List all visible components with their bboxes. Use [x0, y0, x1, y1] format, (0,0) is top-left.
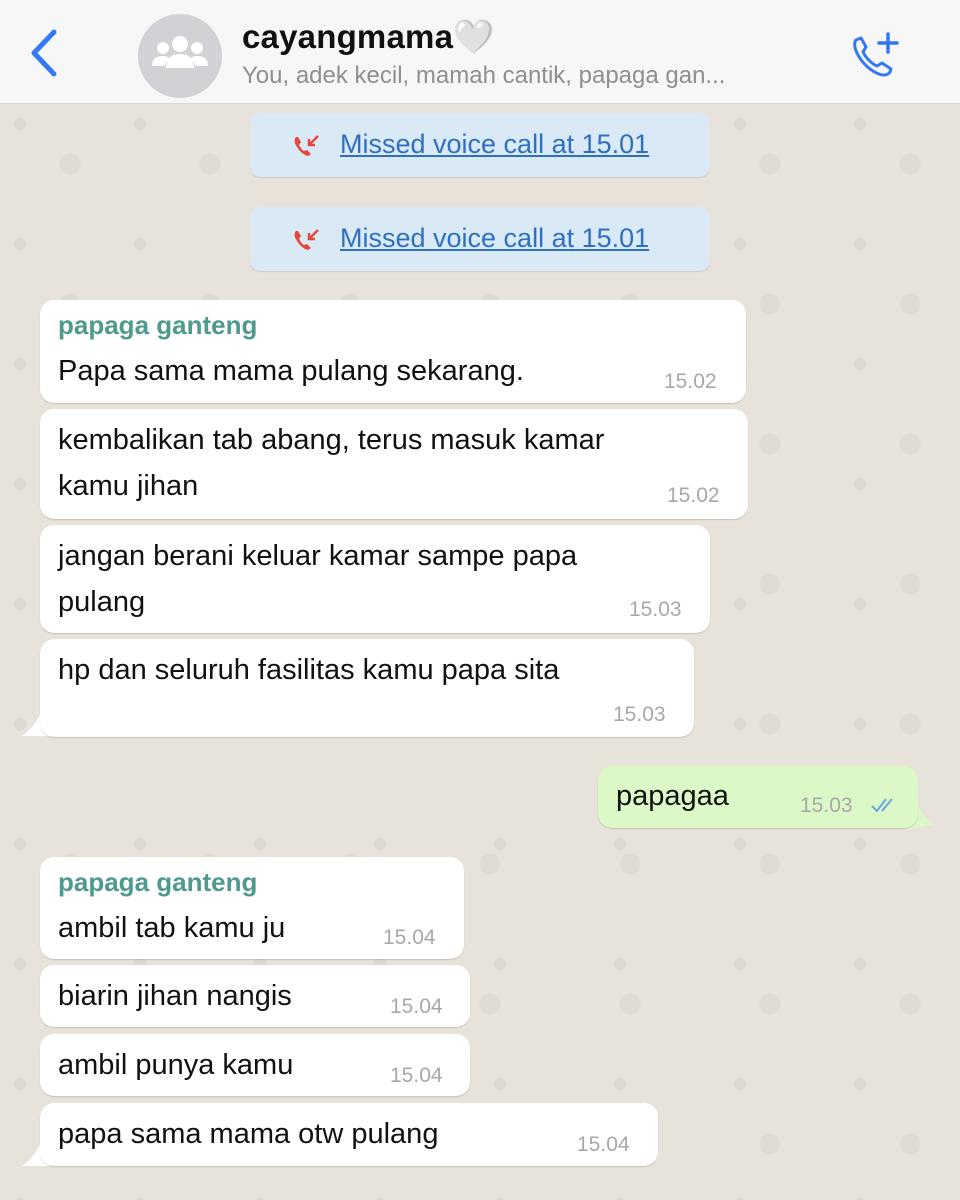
- group-icon: [152, 36, 208, 68]
- missed-call-link[interactable]: Missed voice call at 15.01: [340, 223, 649, 254]
- message-time: 15.04: [390, 995, 443, 1018]
- message-text: papagaa: [616, 780, 729, 812]
- message-text: kembalikan tab abang, terus masuk kamar: [58, 424, 605, 456]
- message-text: biarin jihan nangis: [58, 980, 292, 1012]
- double-check-icon: [871, 798, 893, 813]
- chat-title-text: cayangmama: [242, 18, 454, 55]
- message-bubble[interactable]: papaga ganteng Papa sama mama pulang sek…: [40, 300, 746, 403]
- message-time: 15.03: [800, 794, 853, 817]
- message-time: 15.04: [577, 1133, 630, 1156]
- group-avatar[interactable]: [138, 14, 222, 98]
- outgoing-message-bubble[interactable]: papagaa 15.03: [598, 766, 918, 828]
- sender-name[interactable]: papaga ganteng: [58, 867, 257, 898]
- message-text: ambil tab kamu ju: [58, 912, 286, 944]
- message-bubble[interactable]: ambil punya kamu 15.04: [40, 1034, 470, 1096]
- message-bubble[interactable]: biarin jihan nangis 15.04: [40, 965, 470, 1027]
- add-call-button[interactable]: [846, 28, 908, 82]
- missed-call-notice[interactable]: Missed voice call at 15.01: [250, 207, 710, 271]
- message-time: 15.03: [629, 598, 682, 621]
- message-time: 15.02: [667, 484, 720, 507]
- add-call-icon: [853, 32, 899, 77]
- message-bubble[interactable]: papaga ganteng ambil tab kamu ju 15.04: [40, 857, 464, 959]
- message-bubble[interactable]: jangan berani keluar kamar sampe papa pu…: [40, 525, 710, 633]
- message-text: papa sama mama otw pulang: [58, 1118, 439, 1150]
- sender-name[interactable]: papaga ganteng: [58, 310, 257, 341]
- heart-emoji: 🤍: [453, 18, 495, 55]
- chevron-left-icon: [31, 29, 57, 77]
- message-text: jangan berani keluar kamar sampe papa: [58, 540, 578, 572]
- missed-call-icon: [294, 135, 319, 156]
- message-text: Papa sama mama pulang sekarang.: [58, 355, 524, 387]
- message-bubble[interactable]: hp dan seluruh fasilitas kamu papa sita …: [40, 639, 694, 737]
- message-text: kamu jihan: [58, 470, 199, 502]
- chat-title[interactable]: cayangmama🤍: [242, 18, 494, 57]
- message-text: hp dan seluruh fasilitas kamu papa sita: [58, 654, 560, 686]
- back-button[interactable]: [22, 26, 72, 80]
- chat-participants[interactable]: You, adek kecil, mamah cantik, papaga ga…: [242, 62, 842, 90]
- message-bubble[interactable]: papa sama mama otw pulang 15.04: [40, 1103, 658, 1166]
- message-text: pulang: [58, 586, 146, 618]
- missed-call-notice[interactable]: Missed voice call at 15.01: [250, 113, 710, 177]
- message-text: ambil punya kamu: [58, 1049, 294, 1081]
- message-bubble[interactable]: kembalikan tab abang, terus masuk kamar …: [40, 409, 748, 519]
- missed-call-icon: [294, 229, 319, 250]
- chat-header: cayangmama🤍 You, adek kecil, mamah canti…: [0, 0, 960, 104]
- message-time: 15.02: [664, 370, 717, 393]
- message-time: 15.03: [613, 703, 666, 726]
- missed-call-link[interactable]: Missed voice call at 15.01: [340, 129, 649, 160]
- message-time: 15.04: [390, 1064, 443, 1087]
- message-time: 15.04: [383, 926, 436, 949]
